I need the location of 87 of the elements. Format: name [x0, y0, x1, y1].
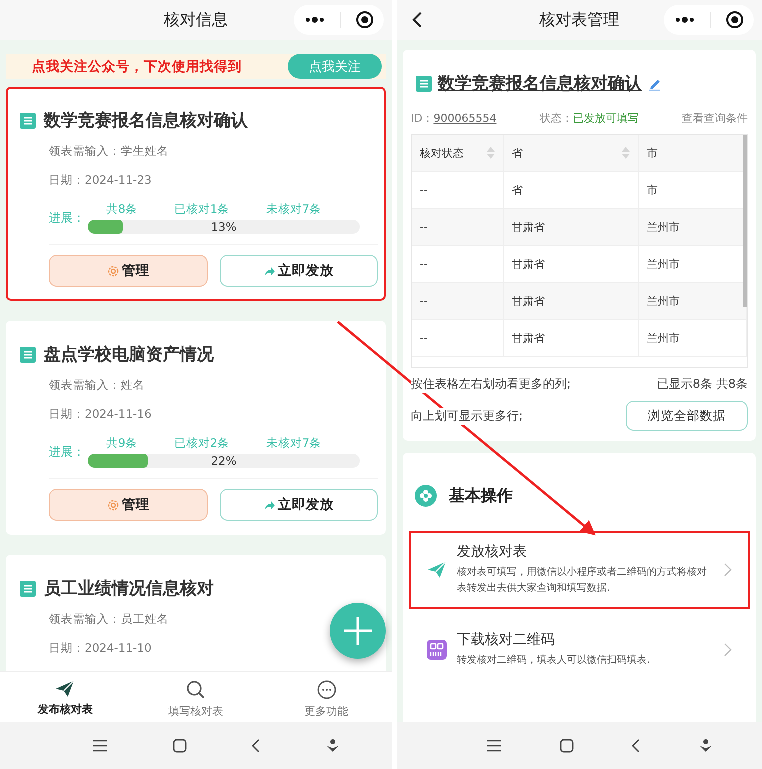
home-icon [172, 738, 187, 752]
flower-icon [415, 485, 437, 507]
grid-icon [427, 640, 447, 660]
table-cell: 甘肃省 [504, 320, 638, 356]
list-icon [20, 112, 36, 128]
table-cell: 兰州市 [638, 282, 746, 320]
page-title: 核对表管理 [540, 10, 620, 30]
item-title: 发放核对表 [457, 543, 528, 561]
status-label: 状态： [540, 112, 573, 125]
more-icon [316, 680, 337, 700]
sort-icon [622, 147, 630, 159]
table-cell: 甘肃省 [504, 208, 638, 246]
search-icon [186, 680, 206, 700]
checked-count: 已核对2条 [174, 436, 230, 451]
date-text: 日期：2024-11-10 [49, 641, 153, 656]
menu-item[interactable]: 发放核对表 核对表可填写，用微信以小程序或者二维码的方式将核对表转发出去供大家查询和填写数据. [409, 531, 750, 609]
page-title: 核对信息 [164, 10, 228, 30]
back-icon [251, 738, 262, 752]
item-title: 下载核对二维码 [457, 631, 556, 649]
paper-plane-icon [55, 680, 76, 698]
list-icon [20, 346, 36, 362]
tab[interactable]: 填写核对表 [146, 672, 246, 722]
card-title: 数学竞赛报名信息核对确认 [44, 110, 248, 132]
date-text: 日期：2024-11-16 [49, 407, 153, 422]
chevron-right-icon [724, 643, 732, 657]
card-title: 盘点学校电脑资产情况 [44, 344, 214, 366]
id-label: ID： [411, 112, 434, 125]
sort-icon [487, 147, 495, 159]
date-text: 日期：2024-11-23 [49, 173, 153, 188]
row-count: 已显示8条 共8条 [656, 376, 748, 393]
column-header[interactable]: 核对状态 [412, 135, 504, 172]
hint-text: 按住表格左右划动看更多的列; [411, 376, 572, 393]
target-icon [726, 11, 744, 29]
item-description: 核对表可填写，用微信以小程序或者二维码的方式将核对表转发出去供大家查询和填写数据. [457, 566, 708, 596]
query-link[interactable]: 查看查询条件 [682, 111, 748, 126]
status-text: 已发放可填写 [572, 112, 639, 125]
manage-button[interactable]: 管理 [49, 255, 208, 287]
gear-icon [106, 498, 120, 512]
back-icon [411, 11, 423, 29]
hint-text: 向上划可显示更多行; [411, 408, 524, 424]
dot-chevron-icon [699, 738, 714, 752]
progress-label: 进展： [49, 444, 86, 460]
total-count: 共8条 [106, 202, 138, 217]
percent-text: 13% [210, 220, 238, 234]
table-cell: -- [412, 208, 504, 246]
menu-item[interactable]: 下载核对二维码 转发核对二维码，填表人可以微信扫码填表. [409, 619, 750, 681]
unchecked-count: 未核对7条 [266, 436, 322, 451]
menu-icon [92, 740, 108, 752]
dot-chevron-icon [326, 738, 340, 752]
table-cell: -- [412, 282, 504, 320]
target-icon [356, 11, 374, 29]
progress-label: 进展： [49, 210, 86, 226]
back-icon [631, 738, 642, 752]
more-icon [304, 16, 326, 24]
table-cell: 甘肃省 [504, 282, 638, 320]
item-description: 转发核对二维码，填表人可以微信扫码填表. [457, 654, 652, 668]
unchecked-count: 未核对7条 [266, 202, 322, 217]
input-label: 领表需输入：姓名 [49, 378, 146, 393]
plus-icon [343, 616, 373, 646]
gear-icon [106, 264, 120, 278]
column-header[interactable]: 省 [504, 135, 638, 172]
more-icon [674, 16, 696, 24]
id-link[interactable]: 900065554 [434, 112, 497, 125]
list-icon [416, 76, 432, 92]
manage-button[interactable]: 管理 [49, 489, 208, 521]
checked-count: 已核对1条 [174, 202, 230, 217]
table-cell: 兰州市 [638, 320, 746, 356]
tab[interactable]: 更多功能 [276, 672, 377, 722]
publish-button[interactable]: 立即发放 [220, 489, 378, 521]
paper-plane-icon [427, 561, 447, 579]
browse-button[interactable]: 浏览全部数据 [626, 401, 748, 431]
list-icon [20, 580, 36, 596]
input-label: 领表需输入：学生姓名 [49, 144, 170, 159]
total-count: 共9条 [106, 436, 138, 451]
chevron-right-icon [724, 563, 732, 577]
notice-text: 点我关注公众号，下次使用找得到 [32, 58, 242, 76]
section-title: 基本操作 [449, 486, 513, 506]
input-label: 领表需输入：员工姓名 [49, 612, 170, 627]
home-icon [560, 738, 574, 752]
share-arrow-icon [264, 500, 276, 510]
percent-text: 22% [210, 454, 238, 468]
form-title: 数学竞赛报名信息核对确认 [438, 73, 642, 95]
card-title: 员工业绩情况信息核对 [44, 578, 214, 600]
tab[interactable]: 发布核对表 [15, 672, 116, 722]
menu-icon [486, 740, 502, 752]
publish-button[interactable]: 立即发放 [220, 255, 378, 287]
share-arrow-icon [264, 266, 276, 276]
